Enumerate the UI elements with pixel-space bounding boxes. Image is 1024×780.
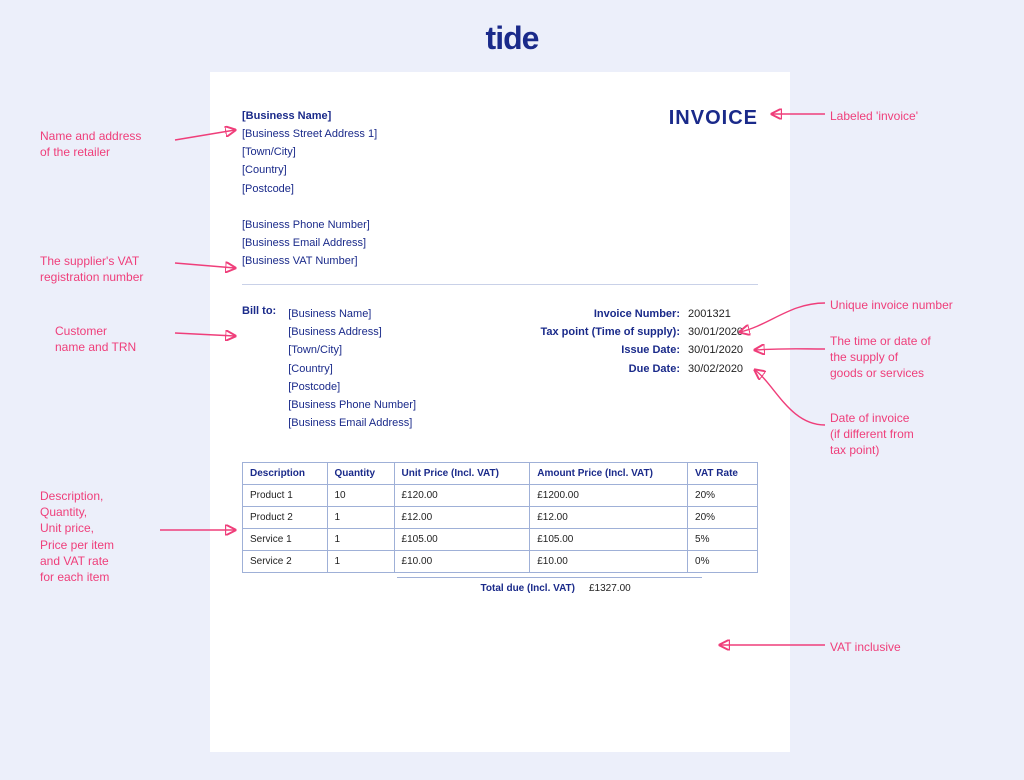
billto-postcode: [Postcode] bbox=[288, 378, 416, 396]
total-value: £1327.00 bbox=[582, 577, 702, 599]
anno-supplier-vat: The supplier's VATregistration number bbox=[40, 253, 195, 285]
table-row: Product 21£12.00£12.0020% bbox=[243, 507, 758, 529]
billto-email: [Business Email Address] bbox=[288, 414, 416, 432]
brand-logo: tide bbox=[486, 20, 539, 57]
anno-unique-number: Unique invoice number bbox=[830, 297, 953, 313]
col-amount: Amount Price (Incl. VAT) bbox=[530, 463, 688, 485]
cell-vat_rate: 0% bbox=[688, 551, 758, 573]
sender-vat: [Business VAT Number] bbox=[242, 252, 758, 270]
col-description: Description bbox=[243, 463, 328, 485]
cell-quantity: 10 bbox=[327, 485, 394, 507]
anno-vat-inclusive: VAT inclusive bbox=[830, 639, 901, 655]
anno-customer: Customername and TRN bbox=[55, 323, 195, 355]
cell-unit_price: £12.00 bbox=[394, 507, 530, 529]
col-unit-price: Unit Price (Incl. VAT) bbox=[394, 463, 530, 485]
cell-description: Service 2 bbox=[243, 551, 328, 573]
anno-supply-time: The time or date ofthe supply ofgoods or… bbox=[830, 333, 1000, 382]
cell-quantity: 1 bbox=[327, 551, 394, 573]
billto-town: [Town/City] bbox=[288, 341, 416, 359]
cell-unit_price: £105.00 bbox=[394, 529, 530, 551]
due-date-label: Due Date: bbox=[629, 360, 680, 378]
divider bbox=[242, 284, 758, 285]
col-vat-rate: VAT Rate bbox=[688, 463, 758, 485]
sender-postcode: [Postcode] bbox=[242, 180, 758, 198]
bill-to-block: Bill to: [Business Name] [Business Addre… bbox=[242, 305, 416, 432]
cell-vat_rate: 20% bbox=[688, 485, 758, 507]
invoice-label: INVOICE bbox=[669, 107, 758, 130]
anno-issue-date: Date of invoice(if different fromtax poi… bbox=[830, 410, 1000, 459]
table-row: Service 21£10.00£10.000% bbox=[243, 551, 758, 573]
mid-row: Bill to: [Business Name] [Business Addre… bbox=[242, 305, 758, 432]
cell-unit_price: £10.00 bbox=[394, 551, 530, 573]
table-row: Product 110£120.00£1200.0020% bbox=[243, 485, 758, 507]
sender-contact-block: [Business Phone Number] [Business Email … bbox=[242, 216, 758, 270]
cell-description: Service 1 bbox=[243, 529, 328, 551]
invoice-number-value: 2001321 bbox=[688, 305, 758, 323]
sender-email: [Business Email Address] bbox=[242, 234, 758, 252]
line-items-table: Description Quantity Unit Price (Incl. V… bbox=[242, 462, 758, 573]
issue-date-value: 30/01/2020 bbox=[688, 341, 758, 359]
cell-quantity: 1 bbox=[327, 529, 394, 551]
anno-retailer: Name and addressof the retailer bbox=[40, 128, 195, 160]
invoice-page: INVOICE [Business Name] [Business Street… bbox=[210, 72, 790, 752]
cell-amount: £105.00 bbox=[530, 529, 688, 551]
cell-vat_rate: 5% bbox=[688, 529, 758, 551]
totals-row: Total due (Incl. VAT) £1327.00 bbox=[242, 577, 758, 599]
sender-country: [Country] bbox=[242, 161, 758, 179]
billto-phone: [Business Phone Number] bbox=[288, 396, 416, 414]
sender-town: [Town/City] bbox=[242, 143, 758, 161]
tax-point-value: 30/01/2020 bbox=[688, 323, 758, 341]
anno-line-items: Description,Quantity,Unit price,Price pe… bbox=[40, 488, 190, 585]
bill-to-label: Bill to: bbox=[242, 305, 276, 432]
table-row: Service 11£105.00£105.005% bbox=[243, 529, 758, 551]
cell-amount: £1200.00 bbox=[530, 485, 688, 507]
cell-amount: £12.00 bbox=[530, 507, 688, 529]
billto-address: [Business Address] bbox=[288, 323, 416, 341]
issue-date-label: Issue Date: bbox=[621, 341, 680, 359]
invoice-meta: Invoice Number: 2001321 Tax point (Time … bbox=[540, 305, 758, 432]
cell-description: Product 1 bbox=[243, 485, 328, 507]
cell-quantity: 1 bbox=[327, 507, 394, 529]
cell-description: Product 2 bbox=[243, 507, 328, 529]
billto-country: [Country] bbox=[288, 360, 416, 378]
tax-point-label: Tax point (Time of supply): bbox=[540, 323, 680, 341]
invoice-number-label: Invoice Number: bbox=[594, 305, 680, 323]
total-label: Total due (Incl. VAT) bbox=[397, 577, 582, 599]
cell-unit_price: £120.00 bbox=[394, 485, 530, 507]
cell-vat_rate: 20% bbox=[688, 507, 758, 529]
anno-labeled-invoice: Labeled 'invoice' bbox=[830, 108, 918, 124]
cell-amount: £10.00 bbox=[530, 551, 688, 573]
due-date-value: 30/02/2020 bbox=[688, 360, 758, 378]
sender-phone: [Business Phone Number] bbox=[242, 216, 758, 234]
billto-name: [Business Name] bbox=[288, 305, 416, 323]
col-quantity: Quantity bbox=[327, 463, 394, 485]
